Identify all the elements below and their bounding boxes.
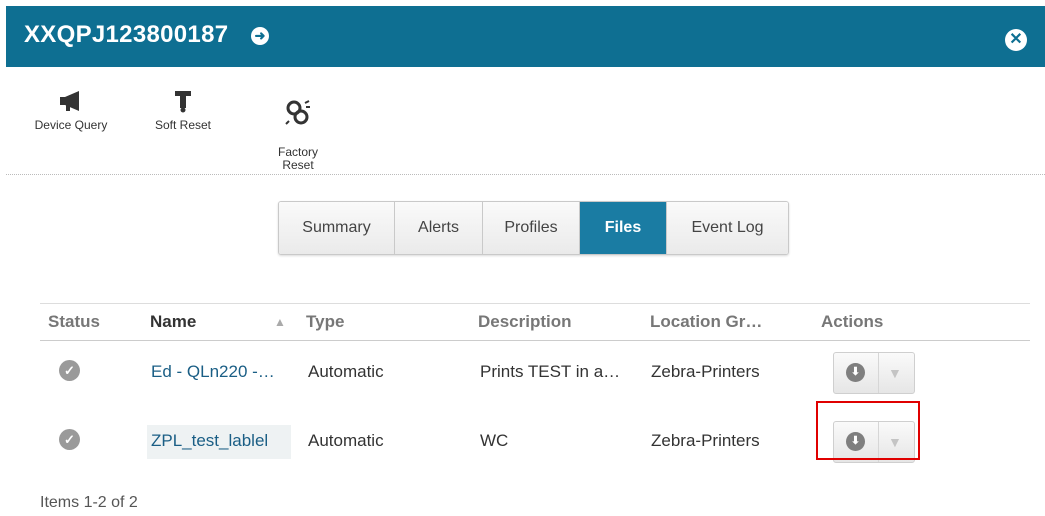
file-description: WC	[480, 431, 509, 450]
column-description[interactable]: Description	[478, 312, 572, 332]
column-type[interactable]: Type	[306, 312, 344, 332]
annotation-highlight-box	[816, 401, 920, 460]
download-icon[interactable]: ⬇	[846, 363, 865, 382]
check-icon: ✓	[59, 429, 80, 450]
button-separator	[878, 353, 879, 393]
device-query-button[interactable]: Device Query	[26, 89, 116, 132]
sort-ascending-icon[interactable]: ▲	[274, 315, 286, 329]
tab-alerts[interactable]: Alerts	[395, 202, 483, 254]
dropdown-arrow-icon[interactable]: ▼	[888, 365, 902, 381]
pager-info: Items 1-2 of 2	[40, 494, 138, 511]
dialog-header: XXQPJ123800187 ➜ ✕	[6, 6, 1045, 67]
tab-event-log[interactable]: Event Log	[667, 202, 788, 254]
tab-summary[interactable]: Summary	[279, 202, 395, 254]
file-type: Automatic	[308, 431, 384, 450]
column-status[interactable]: Status	[48, 312, 100, 332]
actions-split-button[interactable]: ⬇ ▼	[833, 352, 915, 394]
table-row[interactable]: ✓ Ed - QLn220 -… Automatic Prints TEST i…	[40, 340, 1030, 408]
tab-bar: Summary Alerts Profiles Files Event Log	[278, 201, 789, 255]
dialog-title: XXQPJ123800187	[24, 21, 229, 48]
column-actions: Actions	[821, 312, 884, 331]
arrow-right-circle-icon[interactable]: ➜	[251, 27, 269, 45]
column-name[interactable]: Name	[150, 312, 196, 332]
factory-reset-icon	[285, 100, 310, 125]
file-type: Automatic	[308, 362, 384, 381]
tab-files[interactable]: Files	[580, 202, 667, 254]
device-query-label: Device Query	[34, 118, 108, 132]
file-location: Zebra-Printers	[651, 362, 760, 381]
close-icon[interactable]: ✕	[1005, 29, 1027, 51]
table-header: Status Name ▲ Type Description Location …	[40, 303, 1030, 341]
megaphone-icon	[60, 91, 79, 111]
tab-profiles[interactable]: Profiles	[483, 202, 580, 254]
file-description: Prints TEST in a…	[480, 362, 621, 381]
factory-reset-label: Factory Reset	[277, 145, 318, 172]
file-location: Zebra-Printers	[651, 431, 760, 450]
toolbar-divider	[6, 174, 1045, 175]
file-name-link[interactable]: Ed - QLn220 -…	[151, 362, 275, 382]
reset-icon	[175, 91, 191, 113]
factory-reset-button[interactable]: Factory Reset	[258, 86, 338, 172]
file-name-link[interactable]: ZPL_test_lablel	[151, 431, 268, 451]
soft-reset-label: Soft Reset	[154, 118, 212, 132]
check-icon: ✓	[59, 360, 80, 381]
soft-reset-button[interactable]: Soft Reset	[143, 89, 223, 132]
column-location-group[interactable]: Location Gr…	[650, 312, 762, 332]
